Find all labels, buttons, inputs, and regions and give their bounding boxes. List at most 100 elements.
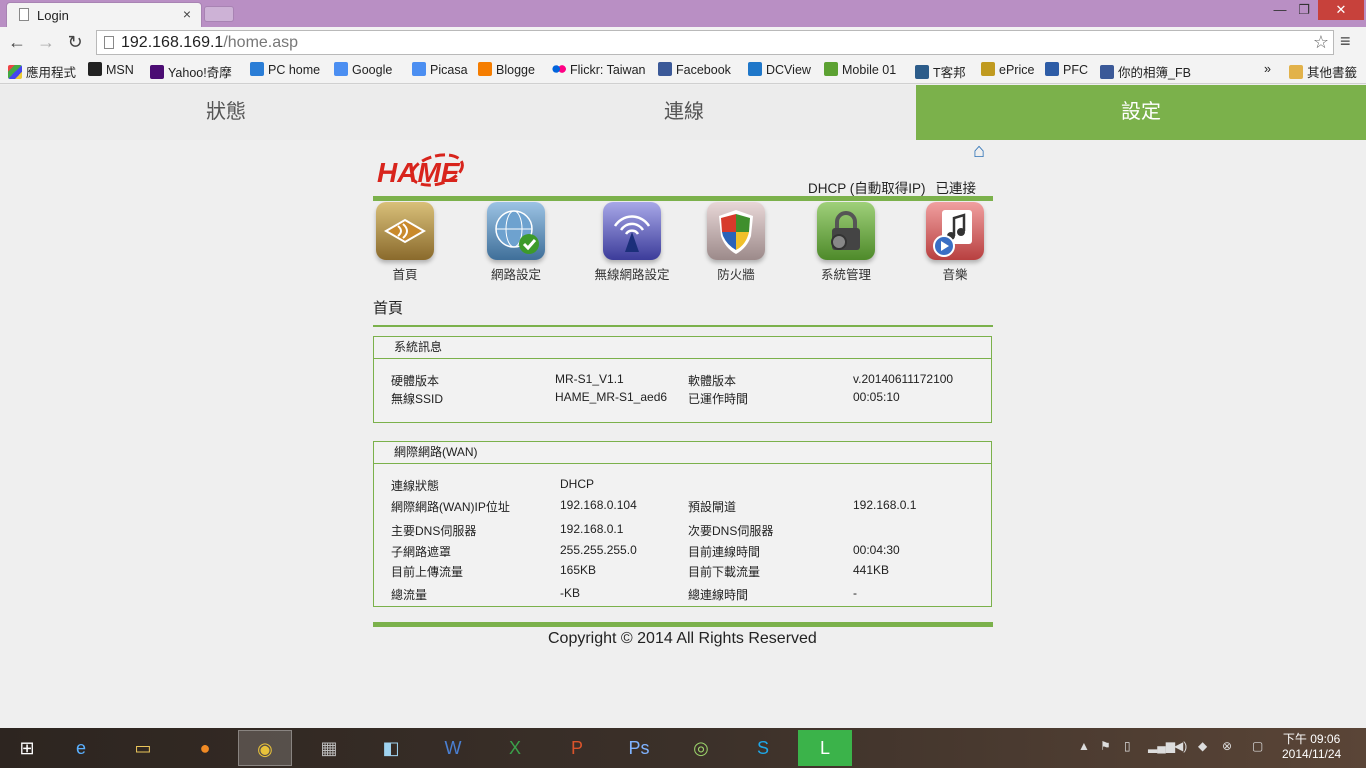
shield-icon — [707, 202, 765, 260]
taskbar-clock[interactable]: 下午 09:06 2014/11/24 — [1282, 732, 1341, 762]
system-admin-menu-item[interactable]: 系統管理 — [801, 202, 891, 283]
router-top-nav: 狀態 連線 設定 — [0, 85, 1366, 140]
powerpoint-icon[interactable]: P — [550, 730, 604, 766]
router-content: HAME ⌂ DHCP (自動取得IP) 已連接 首頁 網路設定 無線網路設定 — [0, 140, 1366, 728]
dns2-label: 次要DNS伺服器 — [688, 524, 774, 538]
copyright: Copyright © 2014 All Rights Reserved — [548, 630, 817, 647]
subnet-mask-label: 子網路遮罩 — [391, 545, 452, 559]
internet-explorer-icon[interactable]: e — [54, 730, 108, 766]
bookmark-msn[interactable]: MSN — [88, 62, 134, 77]
settings-icon-bar: 首頁 網路設定 無線網路設定 防火牆 系統管理 音樂 — [373, 202, 993, 288]
bookmark-facebook[interactable]: Facebook — [658, 62, 731, 77]
wan-conn-status-value: DHCP — [560, 477, 595, 491]
clock-date: 2014/11/24 — [1282, 747, 1342, 761]
maximize-button[interactable]: ❐ — [1292, 0, 1316, 20]
bookmark-pchome[interactable]: PC home — [250, 62, 320, 77]
bookmark-picasa[interactable]: Picasa — [412, 62, 468, 77]
wireless-antenna-icon — [603, 202, 661, 260]
dns1-label: 主要DNS伺服器 — [391, 524, 477, 538]
bookmark-fb-album[interactable]: 你的相簿_FB — [1100, 62, 1191, 81]
home-menu-item[interactable]: 首頁 — [360, 202, 450, 283]
nav-status[interactable]: 狀態 — [0, 85, 452, 140]
bookmark-yahoo[interactable]: Yahoo!奇摩 — [150, 62, 232, 81]
reload-icon[interactable]: ↻ — [64, 31, 86, 53]
tab-title: Login — [37, 8, 69, 23]
calculator-icon[interactable]: ▦ — [302, 730, 356, 766]
bookmark-apps[interactable]: 應用程式 — [8, 62, 76, 81]
music-note-icon — [926, 202, 984, 260]
network-settings-menu-item[interactable]: 網路設定 — [471, 202, 561, 283]
wan-title: 網際網路(WAN) — [374, 442, 991, 464]
tray-dropbox-icon[interactable]: ◆ — [1198, 739, 1207, 753]
line-app-icon[interactable]: L — [798, 730, 852, 766]
bookmark-eprice[interactable]: ePrice — [981, 62, 1034, 77]
excel-icon[interactable]: X — [488, 730, 542, 766]
globe-check-icon — [487, 202, 545, 260]
minimize-button[interactable]: — — [1268, 0, 1292, 20]
back-arrow-icon[interactable]: ← — [6, 31, 28, 53]
home-icon[interactable]: ⌂ — [973, 140, 985, 163]
divider — [373, 196, 993, 201]
firewall-menu-item[interactable]: 防火牆 — [691, 202, 781, 283]
dns1-value: 192.168.0.1 — [560, 522, 624, 536]
tab-close-icon[interactable]: × — [183, 6, 191, 22]
divider — [373, 325, 993, 327]
tray-action-center-icon[interactable]: ▢ — [1252, 739, 1263, 753]
tray-volume-icon[interactable]: ◀) — [1174, 739, 1187, 753]
windows-taskbar: ⊞ e ▭ ● ◉ ▦ ◧ W X P Ps ◎ S L ▲ ⚑ ▯ ▂▄▆ ◀… — [0, 728, 1366, 768]
firefox-icon[interactable]: ● — [178, 730, 232, 766]
skype-icon[interactable]: S — [736, 730, 790, 766]
fw-version-value: v.20140611172100 — [853, 372, 954, 386]
bookmark-blogger[interactable]: Blogge — [478, 62, 535, 77]
media-app-icon[interactable]: ◎ — [674, 730, 728, 766]
address-url[interactable]: 192.168.169.1/home.asp — [121, 34, 298, 52]
new-tab-button[interactable] — [204, 6, 234, 22]
page-icon — [104, 36, 114, 49]
svg-text:HAME: HAME — [377, 157, 461, 188]
conn-time-label: 目前連線時間 — [688, 545, 761, 559]
address-bar[interactable]: 192.168.169.1/home.asp ☆ — [96, 30, 1334, 55]
page-icon — [19, 8, 29, 21]
bookmark-mobile01[interactable]: Mobile 01 — [824, 62, 896, 77]
notes-app-icon[interactable]: ◧ — [364, 730, 418, 766]
nav-connection[interactable]: 連線 — [452, 85, 916, 140]
bookmark-flickr[interactable]: Flickr: Taiwan — [552, 62, 645, 77]
wan-ip-value: 192.168.0.104 — [560, 498, 637, 512]
tray-device-icon[interactable]: ▯ — [1124, 739, 1131, 753]
bookmark-star-icon[interactable]: ☆ — [1313, 32, 1329, 53]
download-value: 441KB — [853, 563, 890, 577]
browser-titlebar: Login × — ❐ ✕ — [0, 0, 1366, 27]
chrome-icon[interactable]: ◉ — [238, 730, 292, 766]
hw-version-value: MR-S1_V1.1 — [555, 372, 624, 386]
tray-up-arrow-icon[interactable]: ▲ — [1078, 739, 1090, 753]
total-traffic-label: 總流量 — [391, 588, 428, 602]
tray-flag-icon[interactable]: ⚑ — [1100, 739, 1111, 753]
windows-start-icon[interactable]: ⊞ — [0, 730, 54, 766]
bookmark-tkebang[interactable]: T客邦 — [915, 62, 966, 81]
uptime-value: 00:05:10 — [853, 390, 900, 404]
photoshop-icon[interactable]: Ps — [612, 730, 666, 766]
tray-network-icon[interactable]: ▂▄▆ — [1148, 739, 1175, 753]
music-menu-item[interactable]: 音樂 — [910, 202, 1000, 283]
bookmarks-more-button[interactable]: » — [1264, 62, 1271, 76]
file-explorer-icon[interactable]: ▭ — [116, 730, 170, 766]
connection-state: 已連接 — [935, 181, 977, 196]
bookmarks-bar: 應用程式 MSN Yahoo!奇摩 PC home Google Picasa … — [0, 58, 1366, 84]
bookmark-google[interactable]: Google — [334, 62, 392, 77]
clock-time: 下午 09:06 — [1282, 732, 1341, 746]
upload-label: 目前上傳流量 — [391, 565, 464, 579]
browser-tab-login[interactable]: Login × — [6, 2, 202, 27]
forward-arrow-icon[interactable]: → — [35, 31, 57, 53]
close-window-button[interactable]: ✕ — [1318, 0, 1364, 20]
word-icon[interactable]: W — [426, 730, 480, 766]
divider — [373, 622, 993, 627]
tray-stop-icon[interactable]: ⊗ — [1222, 739, 1232, 753]
other-bookmarks-folder[interactable]: 其他書籤 — [1289, 62, 1357, 81]
ssid-label: 無線SSID — [391, 392, 444, 406]
nav-settings[interactable]: 設定 — [916, 85, 1366, 140]
bookmark-pfc[interactable]: PFC — [1045, 62, 1088, 77]
upload-value: 165KB — [560, 563, 597, 577]
chrome-menu-icon[interactable]: ≡ — [1340, 31, 1351, 52]
bookmark-dcview[interactable]: DCView — [748, 62, 811, 77]
wireless-settings-menu-item[interactable]: 無線網路設定 — [587, 202, 677, 283]
